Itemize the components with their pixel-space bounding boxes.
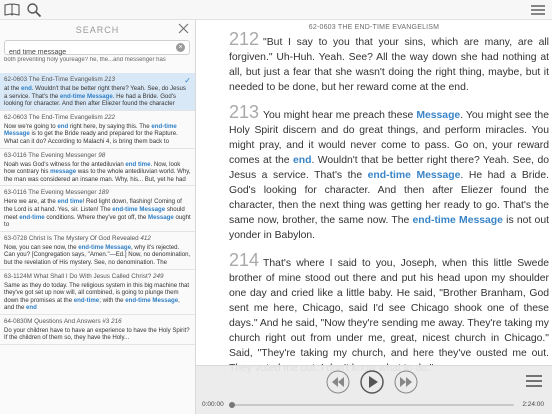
- text-segment: "But I say to you that your sins, which …: [229, 37, 549, 93]
- text-highlight: end-time Message: [367, 170, 461, 181]
- text-segment: You might hear me preach these: [263, 110, 417, 121]
- result-excerpt: Here we are, at the end time! Red light …: [4, 198, 191, 228]
- search-highlight: end-time Message: [125, 296, 179, 304]
- sermon-text: 212 "But I say to you that your sins, whi…: [229, 29, 549, 386]
- result-title: 63-0116 The Evening Messenger 189: [4, 188, 191, 197]
- result-paragraph-number: 222: [104, 113, 115, 121]
- result-paragraph-number: 189: [98, 189, 109, 197]
- text-segment: That's where I said to you, Joseph, when…: [229, 258, 549, 374]
- paragraph-number[interactable]: 214: [229, 250, 259, 270]
- text-segment: conditions. Where they've got off, the: [44, 213, 149, 221]
- partial-result[interactable]: both preventing holy youreage? he, the..…: [0, 57, 195, 73]
- paragraph: 213 You might hear me preach these Messag…: [229, 102, 549, 243]
- result-sermon: 63-1124M What Shall I Do With Jesus Call…: [4, 272, 153, 280]
- result-excerpt: Same as they do today. The religious sys…: [4, 282, 191, 312]
- search-highlight: end-time Message: [59, 92, 113, 100]
- text-highlight: Message: [416, 110, 461, 121]
- result-excerpt: Do your children have to have an experie…: [4, 327, 191, 342]
- search-highlight: message: [50, 168, 77, 176]
- text-segment: Do your children have to have an experie…: [4, 326, 190, 342]
- search-result-item[interactable]: 63-0728 Christ Is The Mystery Of God Rev…: [0, 231, 195, 270]
- search-sidebar: SEARCH × both preventing holy youreage? …: [0, 20, 196, 414]
- result-excerpt: Noah was God's witness for the antediluv…: [4, 161, 191, 184]
- close-icon[interactable]: [178, 23, 189, 34]
- paragraph-number[interactable]: 212: [229, 29, 259, 49]
- text-highlight: end-time Message: [412, 215, 503, 226]
- result-excerpt: Now, you can see now, the end-time Messa…: [4, 244, 191, 267]
- search-result-item[interactable]: 63-0116 The Evening Messenger 98 Noah was…: [0, 148, 195, 187]
- playlist-menu-icon[interactable]: [526, 374, 542, 388]
- text-segment: at the: [4, 85, 21, 92]
- total-time: 2:24:00: [522, 401, 544, 408]
- result-title: 63-0728 Christ Is The Mystery Of God Rev…: [4, 234, 191, 243]
- search-highlight: end-time: [73, 296, 100, 304]
- clear-search-icon[interactable]: ×: [176, 43, 185, 52]
- progress-thumb[interactable]: [229, 402, 235, 408]
- play-icon[interactable]: [360, 370, 384, 394]
- progress-slider[interactable]: [229, 402, 514, 408]
- paragraph: 214 That's where I said to you, Joseph, w…: [229, 250, 549, 376]
- search-highlight: end-time Message: [112, 205, 166, 213]
- text-segment: is to get the Bride ready and prepared f…: [4, 130, 178, 145]
- search-result-item[interactable]: 64-0830M Questions And Answers #3 216 Do …: [0, 314, 195, 346]
- result-title: 63-1124M What Shall I Do With Jesus Call…: [4, 272, 191, 281]
- rewind-icon[interactable]: [326, 370, 350, 394]
- search-result-item[interactable]: 62-0603 The End-Time Evangelism 213 ✓ at t…: [0, 73, 195, 111]
- search-highlight: end time: [57, 198, 83, 206]
- search-icon[interactable]: [26, 2, 42, 18]
- result-paragraph-number: 213: [104, 76, 115, 83]
- search-highlight: end: [26, 304, 37, 312]
- text-segment: ; with the: [99, 296, 126, 304]
- search-highlight: end time: [125, 160, 151, 168]
- result-title: 62-0603 The End-Time Evangelism 222: [4, 113, 191, 122]
- result-sermon: 63-0116 The Evening Messenger: [4, 151, 99, 159]
- search-header: SEARCH: [0, 20, 195, 37]
- search-highlight: end: [57, 122, 69, 130]
- search-field[interactable]: ×: [4, 40, 190, 59]
- paragraph-number[interactable]: 213: [229, 102, 259, 122]
- top-toolbar: [0, 0, 552, 20]
- result-title: 64-0830M Questions And Answers #3 216: [4, 317, 191, 326]
- text-segment: Now, you can see now, the: [4, 243, 79, 251]
- result-paragraph-number: 98: [98, 151, 106, 159]
- search-highlight: end: [20, 85, 32, 92]
- search-result-item[interactable]: 63-0116 The Evening Messenger 189 Here we…: [0, 186, 195, 232]
- book-icon[interactable]: [4, 2, 20, 18]
- search-results-list: both preventing holy youreage? he, the..…: [0, 57, 195, 346]
- search-highlight: end-time Message: [78, 243, 132, 251]
- fast-forward-icon[interactable]: [394, 370, 418, 394]
- result-title: 62-0603 The End-Time Evangelism 213 ✓: [4, 75, 191, 85]
- result-excerpt: Now we're going to end right here, by sa…: [4, 123, 191, 146]
- text-segment: right here, by saying this. The: [68, 122, 152, 130]
- text-highlight: end: [292, 155, 312, 166]
- result-sermon: 63-0116 The Evening Messenger: [4, 189, 99, 197]
- search-result-item[interactable]: 63-1124M What Shall I Do With Jesus Call…: [0, 269, 195, 315]
- search-highlight: end-time: [19, 213, 45, 221]
- current-time: 0:00:00: [202, 401, 224, 408]
- search-title: SEARCH: [75, 25, 120, 35]
- reading-pane: 62-0603 THE END-TIME EVANGELISM 212 "But …: [196, 20, 552, 414]
- paragraph: 212 "But I say to you that your sins, whi…: [229, 29, 549, 95]
- result-title: 63-0116 The Evening Messenger 98: [4, 151, 191, 160]
- search-highlight: Message: [148, 213, 174, 221]
- result-excerpt: at the end. Wouldn't that be better righ…: [4, 85, 191, 108]
- result-sermon: 64-0830M Questions And Answers #3: [4, 317, 112, 325]
- result-paragraph-number: 216: [111, 317, 122, 325]
- checkmark-icon: ✓: [184, 76, 191, 85]
- text-segment: Here we are, at the: [4, 198, 58, 206]
- menu-icon[interactable]: [530, 2, 546, 18]
- text-segment: Now we're going to: [4, 122, 58, 130]
- audio-player: 0:00:00 2:24:00: [196, 365, 552, 414]
- result-sermon: 62-0603 The End-Time Evangelism: [4, 113, 105, 121]
- result-sermon: 62-0603 The End-Time Evangelism: [4, 76, 105, 83]
- text-segment: Noah was God's witness for the antediluv…: [4, 160, 126, 168]
- result-sermon: 63-0728 Christ Is The Mystery Of God Rev…: [4, 234, 141, 242]
- search-result-item[interactable]: 62-0603 The End-Time Evangelism 222 Now w…: [0, 110, 195, 149]
- result-paragraph-number: 249: [152, 272, 164, 280]
- result-paragraph-number: 412: [140, 234, 151, 242]
